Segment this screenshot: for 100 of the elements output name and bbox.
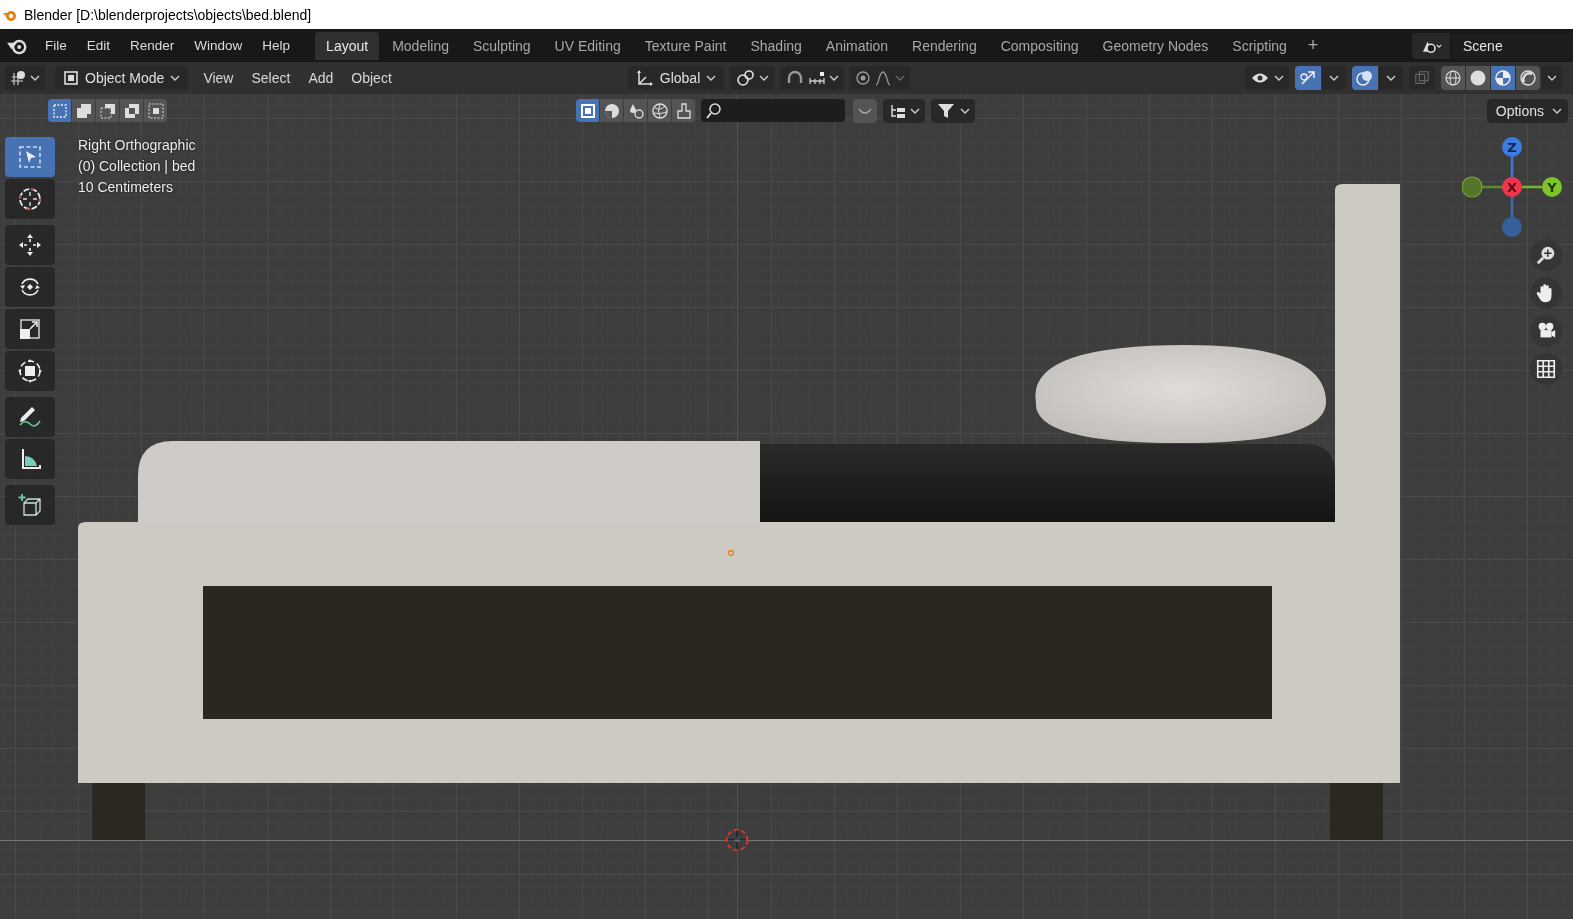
window-title: Blender [D:\blenderprojects\objects\bed.blend] (24, 6, 312, 23)
hierarchy-dropdown[interactable] (883, 98, 925, 123)
pencil-icon (17, 404, 43, 430)
caret-icon (895, 75, 906, 81)
axis-handle[interactable] (1462, 176, 1483, 198)
selection-mode-button[interactable] (120, 99, 143, 122)
scene-field[interactable]: Scene (1451, 32, 1573, 59)
scale-tool-button[interactable] (5, 309, 55, 349)
axis-handle[interactable]: Y (1542, 177, 1562, 197)
pan-button[interactable] (1530, 277, 1562, 309)
view-filter-button[interactable] (672, 99, 695, 122)
cursor-tool-button[interactable] (5, 179, 55, 219)
menu-item[interactable]: Render (121, 38, 186, 53)
caret-icon (170, 75, 181, 81)
caret-icon (1547, 75, 1557, 81)
increment-icon (809, 71, 826, 85)
object-icon (63, 70, 79, 86)
selection-mode-button[interactable] (72, 99, 95, 122)
filter-dropdown[interactable] (931, 98, 975, 123)
shading-mode-button[interactable] (1516, 66, 1540, 90)
proportional-editing-toggle[interactable] (850, 66, 911, 90)
square-icon (578, 101, 597, 120)
curve-toggle[interactable] (853, 98, 877, 123)
view-name-label: Right Orthographic (78, 137, 196, 153)
workspace-tab[interactable]: Rendering (901, 31, 988, 60)
workspace-tab[interactable]: Shading (739, 31, 813, 60)
view-filter-button[interactable] (648, 99, 671, 122)
gizmo-icon (1299, 69, 1317, 87)
move-tool-button[interactable] (5, 225, 55, 265)
caret-icon (759, 75, 770, 81)
annotate-tool-button[interactable] (5, 397, 55, 437)
menu-item[interactable]: Window (185, 38, 254, 53)
shading-mode-button[interactable] (1441, 66, 1465, 90)
menu-item[interactable]: File (36, 38, 78, 53)
header-menu-item[interactable]: View (194, 70, 243, 86)
mode-dropdown[interactable]: Object Mode (55, 66, 189, 90)
editor-type-icon (10, 69, 26, 87)
workspace-tab[interactable]: Texture Paint (633, 31, 738, 60)
transform-icon (17, 358, 43, 384)
header-menu-item[interactable]: Select (242, 70, 300, 86)
selection-mode-button[interactable] (96, 99, 119, 122)
workspace-tab[interactable]: Sculpting (461, 31, 542, 60)
add-cube-tool-button[interactable] (5, 485, 55, 525)
header-menu-item[interactable]: Object (342, 70, 401, 86)
workspace-tab[interactable]: Compositing (989, 31, 1090, 60)
header-menu-item[interactable]: Add (299, 70, 343, 86)
view-filter-button[interactable] (624, 99, 647, 122)
xray-toggle[interactable] (1409, 66, 1435, 90)
orthographic-toggle-button[interactable] (1530, 353, 1562, 385)
camera-view-button[interactable] (1530, 315, 1562, 347)
cursor-icon (17, 186, 43, 212)
caret-icon (30, 75, 40, 81)
scene-selector-button[interactable] (1412, 32, 1450, 59)
caret-icon (1329, 75, 1339, 81)
scale-icon (17, 316, 43, 342)
menu-item[interactable]: Edit (77, 38, 122, 53)
squares-icon (98, 101, 117, 120)
zoom-button[interactable] (1530, 239, 1562, 271)
shading-mode-button[interactable] (1491, 66, 1515, 90)
transform-tool-button[interactable] (5, 351, 55, 391)
axis-handle[interactable]: X (1502, 177, 1522, 197)
curve-icon (858, 107, 872, 114)
squares-icon (122, 101, 141, 120)
workspace-tab[interactable]: UV Editing (543, 31, 632, 60)
overlay-toggle[interactable] (1352, 66, 1378, 90)
cube-icon (17, 492, 43, 518)
brush-icon (674, 101, 693, 120)
sphere-icon (1469, 69, 1487, 87)
search-field[interactable] (701, 99, 845, 122)
shading-mode-button[interactable] (1466, 66, 1490, 90)
workspace-tab[interactable]: Layout (315, 31, 380, 60)
view-filter-button[interactable] (600, 99, 623, 122)
pivot-point-dropdown[interactable] (730, 66, 775, 90)
workspace-tab[interactable]: Animation (814, 31, 900, 60)
workspace-tab[interactable]: Scripting (1221, 31, 1298, 60)
workspace-tab[interactable]: Modeling (381, 31, 460, 60)
overlay-dropdown[interactable] (1379, 66, 1403, 90)
editor-type-button[interactable] (5, 66, 45, 90)
caret-icon (706, 75, 717, 81)
selection-mode-button[interactable] (144, 99, 167, 122)
sphere-icon (602, 101, 621, 120)
grid-icon (1535, 358, 1557, 380)
selection-mode-button[interactable] (48, 99, 71, 122)
axis-handle[interactable] (1502, 217, 1522, 237)
snap-toggle[interactable] (780, 66, 845, 90)
visibility-dropdown[interactable] (1245, 66, 1289, 90)
gizmo-dropdown[interactable] (1322, 66, 1346, 90)
filter-icon (936, 101, 956, 120)
shading-dropdown[interactable] (1542, 66, 1562, 90)
measure-tool-button[interactable] (5, 439, 55, 479)
menu-item[interactable]: Help (253, 38, 302, 53)
rotate-tool-button[interactable] (5, 267, 55, 307)
gizmo-toggle[interactable] (1295, 66, 1321, 90)
orientation-dropdown[interactable]: Global (627, 66, 725, 90)
zoom-icon (1535, 244, 1557, 266)
options-dropdown[interactable]: Options (1486, 98, 1568, 123)
add-workspace-button[interactable]: + (1299, 33, 1327, 58)
workspace-tab[interactable]: Geometry Nodes (1091, 31, 1220, 60)
view-filter-button[interactable] (576, 99, 599, 122)
axis-handle[interactable]: Z (1502, 137, 1522, 157)
